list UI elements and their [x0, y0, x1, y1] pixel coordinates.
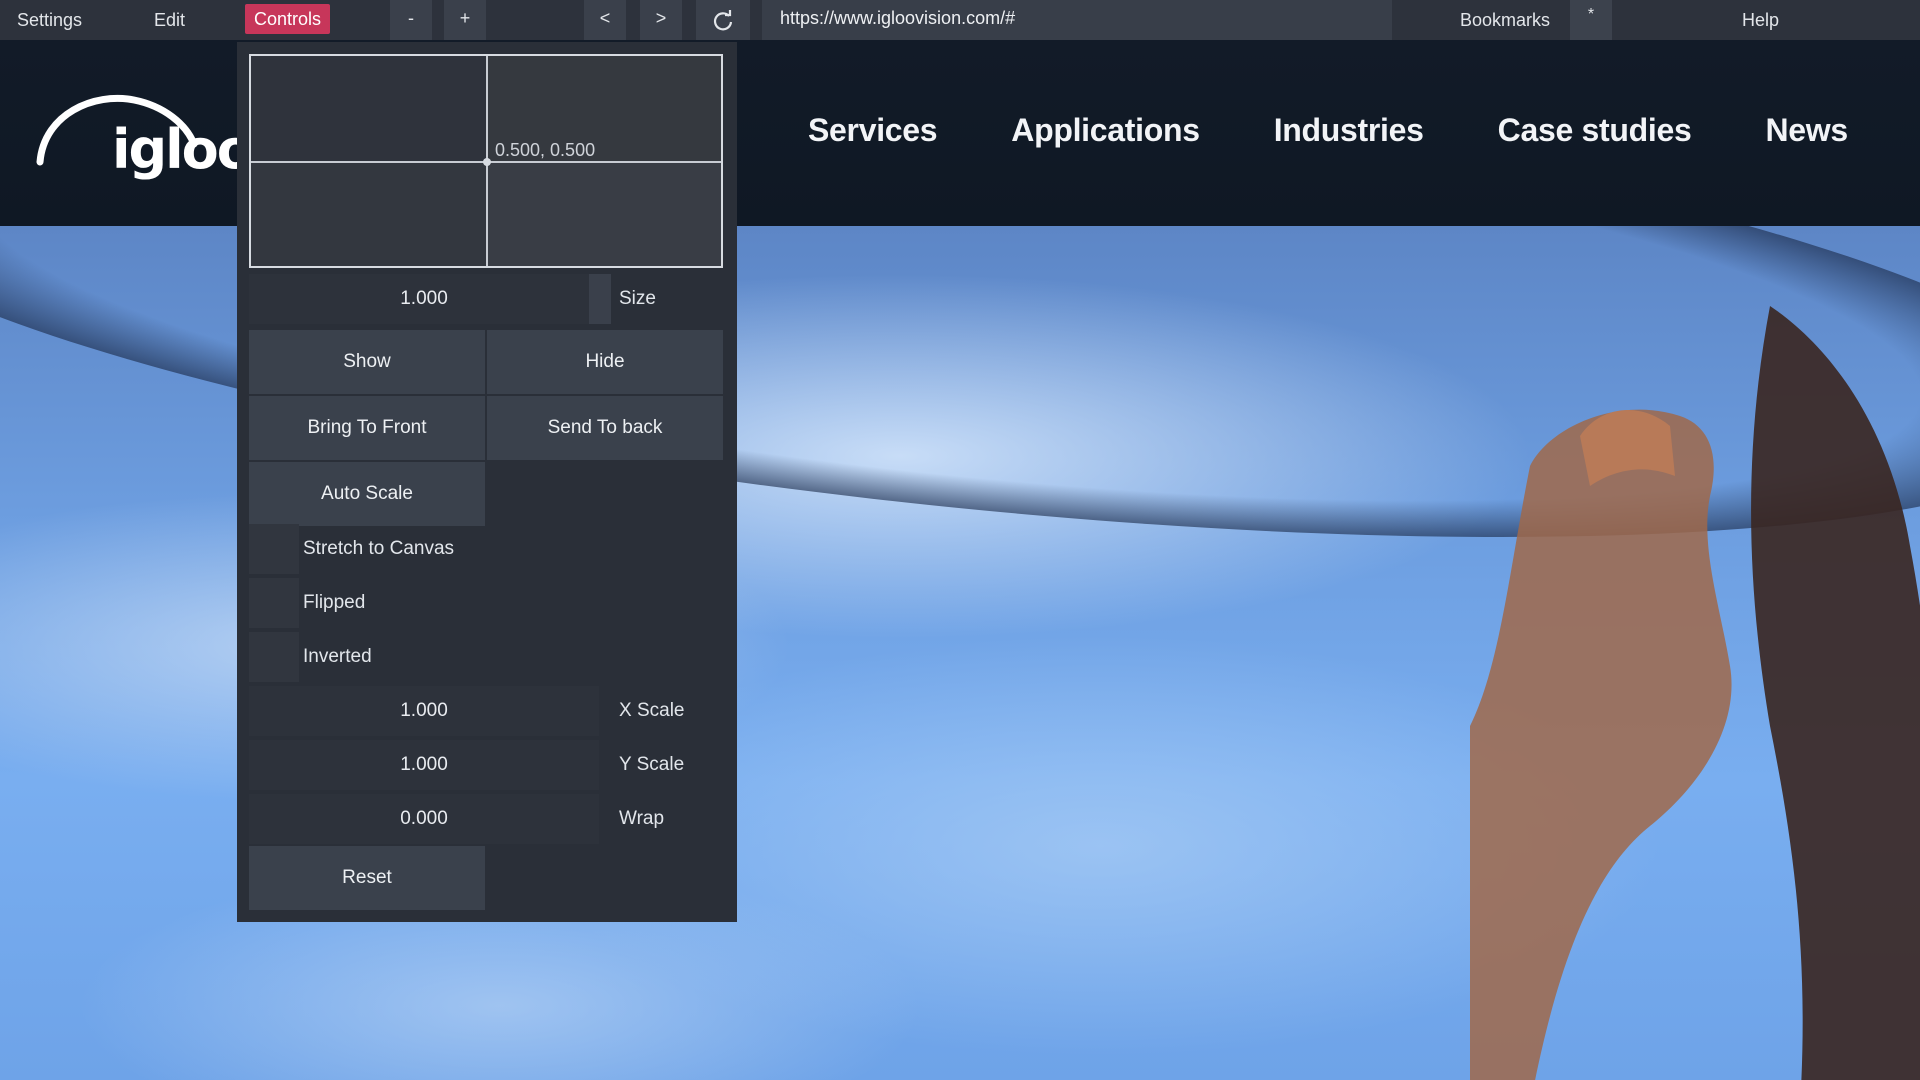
size-row: 1.000 Size	[249, 274, 723, 324]
flipped-checkbox[interactable]	[249, 578, 299, 628]
logo-text: igloo	[112, 118, 254, 181]
inverted-label: Inverted	[303, 646, 372, 667]
pad-quadrant	[251, 163, 486, 266]
menu-settings[interactable]: Settings	[17, 6, 82, 34]
visibility-row: Show Hide	[249, 330, 723, 394]
forward-button[interactable]: >	[640, 0, 682, 40]
show-button[interactable]: Show	[249, 330, 485, 394]
wrap-field[interactable]: 0.000	[249, 794, 599, 844]
menu-bar: Settings Edit Controls - + < > https://w…	[0, 0, 1920, 40]
stretch-to-canvas-row: Stretch to Canvas	[249, 524, 723, 574]
x-scale-row: 1.000 X Scale	[249, 686, 723, 736]
menu-help[interactable]: Help	[1742, 6, 1779, 34]
reset-row: Reset	[249, 846, 723, 910]
zoom-out-button[interactable]: -	[390, 0, 432, 40]
menu-bookmarks[interactable]: Bookmarks	[1460, 6, 1550, 34]
menu-edit[interactable]: Edit	[154, 6, 185, 34]
order-row: Bring To Front Send To back	[249, 396, 723, 460]
y-scale-row: 1.000 Y Scale	[249, 740, 723, 790]
bring-to-front-button[interactable]: Bring To Front	[249, 396, 485, 460]
flipped-label: Flipped	[303, 592, 366, 613]
y-scale-label: Y Scale	[619, 754, 685, 775]
bookmark-add-button[interactable]: *	[1570, 0, 1612, 40]
url-input[interactable]: https://www.igloovision.com/#	[762, 0, 1392, 40]
size-slider-thumb[interactable]	[589, 274, 611, 324]
nav-services[interactable]: Services	[808, 112, 938, 162]
site-navigation: Services Applications Industries Case st…	[808, 112, 1920, 162]
send-to-back-button[interactable]: Send To back	[487, 396, 723, 460]
nav-news[interactable]: News	[1765, 112, 1848, 162]
nav-industries[interactable]: Industries	[1274, 112, 1424, 162]
zoom-in-button[interactable]: +	[444, 0, 486, 40]
nav-applications[interactable]: Applications	[1011, 112, 1200, 162]
person-silhouette	[1470, 306, 1920, 1080]
x-scale-label: X Scale	[619, 700, 685, 721]
nav-case-studies[interactable]: Case studies	[1498, 112, 1692, 162]
igloo-logo[interactable]: igloo	[34, 84, 254, 194]
size-label: Size	[619, 288, 656, 309]
menu-controls[interactable]: Controls	[245, 4, 331, 34]
controls-panel: 0.500, 0.500 1.000 Size Show Hide Bring …	[237, 42, 737, 922]
reload-button[interactable]	[696, 0, 750, 40]
hide-button[interactable]: Hide	[487, 330, 723, 394]
y-scale-field[interactable]: 1.000	[249, 740, 599, 790]
pad-quadrant	[251, 56, 486, 161]
position-pad[interactable]: 0.500, 0.500	[249, 54, 723, 268]
inverted-checkbox[interactable]	[249, 632, 299, 682]
reset-button[interactable]: Reset	[249, 846, 485, 910]
reload-icon	[713, 10, 733, 31]
position-readout: 0.500, 0.500	[495, 140, 596, 160]
back-button[interactable]: <	[584, 0, 626, 40]
pad-handle[interactable]	[483, 158, 491, 166]
auto-scale-row: Auto Scale	[249, 462, 723, 526]
stretch-to-canvas-checkbox[interactable]	[249, 524, 299, 574]
inverted-row: Inverted	[249, 632, 723, 682]
wrap-label: Wrap	[619, 808, 665, 829]
auto-scale-button[interactable]: Auto Scale	[249, 462, 485, 526]
flipped-row: Flipped	[249, 578, 723, 628]
pad-quadrant	[488, 163, 721, 266]
wrap-row: 0.000 Wrap	[249, 794, 723, 844]
stretch-to-canvas-label: Stretch to Canvas	[303, 538, 455, 559]
size-field[interactable]: 1.000	[249, 274, 599, 324]
x-scale-field[interactable]: 1.000	[249, 686, 599, 736]
